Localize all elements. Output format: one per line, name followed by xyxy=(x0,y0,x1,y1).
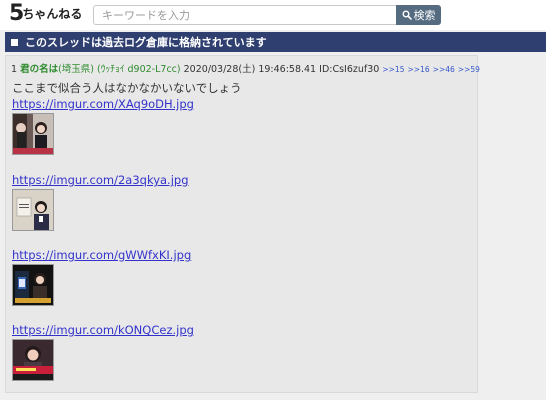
post-header: 1 君の名は(埼玉県) (ｳｯﾁｮｲ d902-L7cc) 2020/03/28… xyxy=(11,61,480,75)
poster-region: (埼玉県) xyxy=(58,64,95,75)
post-number[interactable]: 1 xyxy=(11,64,17,75)
square-bullet-icon xyxy=(11,38,18,46)
reply-link[interactable]: >>46 xyxy=(433,65,455,74)
poster-name: 君の名は xyxy=(20,64,59,75)
site-logo[interactable]: 5ちゃんねる xyxy=(9,3,82,27)
photo-thumbnail-icon[interactable] xyxy=(12,113,54,155)
logo-text: ちゃんねる xyxy=(22,7,83,21)
photo-thumbnail-icon[interactable] xyxy=(12,339,54,381)
photo-thumbnail-icon[interactable] xyxy=(12,189,54,231)
archive-notice-bar: このスレッドは過去ログ倉庫に格納されています xyxy=(5,32,546,52)
image-link[interactable]: https://imgur.com/2a3qkya.jpg xyxy=(12,173,189,187)
image-link[interactable]: https://imgur.com/kONQCez.jpg xyxy=(12,323,194,337)
search-button-label: 検索 xyxy=(413,9,436,22)
image-link[interactable]: https://imgur.com/XAq9oDH.jpg xyxy=(12,97,194,111)
post-datetime: 2020/03/28(土) 19:46:58.41 xyxy=(183,64,317,75)
reply-link[interactable]: >>15 xyxy=(382,65,404,74)
photo-thumbnail-icon[interactable] xyxy=(12,264,54,306)
search-input[interactable] xyxy=(93,5,396,25)
reply-link[interactable]: >>16 xyxy=(408,65,430,74)
poster-id[interactable]: ID:CsI6zuf30 xyxy=(319,64,379,75)
poster-trip: (ｳｯﾁｮｲ d902-L7cc) xyxy=(97,64,181,75)
post-message: ここまで似合う人はなかなかいないでしょう xyxy=(12,81,242,95)
thread-post: 1 君の名は(埼玉県) (ｳｯﾁｮｲ d902-L7cc) 2020/03/28… xyxy=(5,55,480,393)
search-button[interactable]: 検索 xyxy=(396,5,441,25)
site-header: 5ちゃんねる 検索 xyxy=(0,0,546,30)
archive-notice-text: このスレッドは過去ログ倉庫に格納されています xyxy=(25,36,267,49)
reply-link[interactable]: >>59 xyxy=(458,65,480,74)
image-link[interactable]: https://imgur.com/gWWfxKI.jpg xyxy=(12,248,191,262)
search-icon xyxy=(402,10,412,20)
